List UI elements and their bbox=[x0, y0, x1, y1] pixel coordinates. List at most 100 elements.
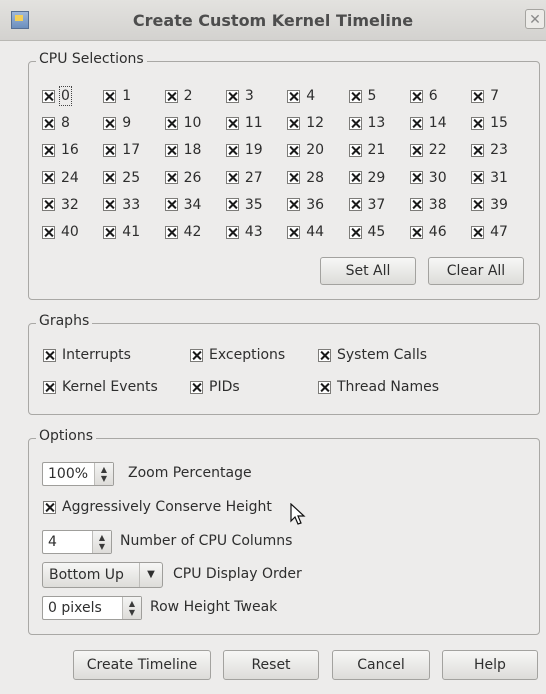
chevron-down-icon[interactable]: ▼ bbox=[139, 563, 162, 587]
graph-checkbox-exceptions[interactable]: Exceptions bbox=[190, 347, 285, 363]
cpu-checkbox[interactable]: 16 bbox=[42, 142, 79, 158]
cpu-checkbox[interactable]: 38 bbox=[409, 197, 447, 213]
row-height-value[interactable]: 0 pixels bbox=[43, 597, 122, 619]
graph-checkbox-system-calls[interactable]: System Calls bbox=[318, 347, 427, 363]
cpu-checkbox[interactable]: 40 bbox=[42, 224, 79, 240]
checkbox-checked-icon[interactable] bbox=[103, 143, 117, 157]
cpu-checkbox[interactable]: 14 bbox=[409, 115, 447, 131]
cpu-checkbox[interactable]: 7 bbox=[471, 88, 499, 104]
cpu-columns-spinner[interactable]: 4 ▲ ▼ bbox=[42, 530, 112, 554]
checkbox-checked-icon[interactable] bbox=[348, 198, 362, 212]
checkbox-checked-icon[interactable] bbox=[103, 225, 117, 239]
checkbox-checked-icon[interactable] bbox=[348, 225, 362, 239]
cpu-checkbox[interactable]: 11 bbox=[225, 115, 263, 131]
checkbox-checked-icon[interactable] bbox=[471, 89, 485, 103]
cpu-checkbox[interactable]: 15 bbox=[471, 115, 508, 131]
cpu-checkbox[interactable]: 42 bbox=[164, 224, 201, 240]
zoom-percentage-spinner[interactable]: 100% ▲ ▼ bbox=[42, 462, 114, 486]
cpu-checkbox[interactable]: 13 bbox=[348, 115, 385, 131]
checkbox-checked-icon[interactable] bbox=[348, 143, 362, 157]
checkbox-checked-icon[interactable] bbox=[103, 198, 117, 212]
checkbox-checked-icon[interactable] bbox=[164, 171, 178, 185]
checkbox-checked-icon[interactable] bbox=[471, 116, 485, 130]
checkbox-checked-icon[interactable] bbox=[42, 225, 55, 239]
cpu-checkbox[interactable]: 29 bbox=[348, 170, 385, 186]
checkbox-checked-icon[interactable] bbox=[225, 89, 239, 103]
cpu-checkbox[interactable]: 9 bbox=[103, 115, 131, 131]
cpu-checkbox[interactable]: 17 bbox=[103, 142, 140, 158]
cpu-checkbox[interactable]: 22 bbox=[409, 142, 447, 158]
cpu-checkbox[interactable]: 36 bbox=[287, 197, 324, 213]
checkbox-checked-icon[interactable] bbox=[348, 116, 362, 130]
spin-arrows-icon[interactable]: ▲ ▼ bbox=[92, 531, 111, 553]
cpu-checkbox[interactable]: 4 bbox=[287, 88, 315, 104]
cpu-checkbox[interactable]: 31 bbox=[471, 170, 508, 186]
cpu-checkbox[interactable]: 44 bbox=[287, 224, 324, 240]
close-button[interactable]: ✕ bbox=[525, 9, 545, 29]
cpu-checkbox[interactable]: 32 bbox=[42, 197, 79, 213]
graph-checkbox-pids[interactable]: PIDs bbox=[190, 379, 240, 395]
checkbox-checked-icon[interactable] bbox=[164, 143, 178, 157]
checkbox-checked-icon[interactable] bbox=[190, 348, 203, 362]
cpu-checkbox[interactable]: 19 bbox=[225, 142, 263, 158]
checkbox-checked-icon[interactable] bbox=[164, 116, 178, 130]
cpu-checkbox[interactable]: 21 bbox=[348, 142, 385, 158]
cpu-checkbox[interactable]: 0 bbox=[42, 86, 72, 106]
cpu-display-order-select[interactable]: Bottom Up ▼ bbox=[42, 562, 163, 588]
cpu-checkbox[interactable]: 45 bbox=[348, 224, 385, 240]
cpu-checkbox[interactable]: 47 bbox=[471, 224, 508, 240]
checkbox-checked-icon[interactable] bbox=[42, 116, 55, 130]
checkbox-checked-icon[interactable] bbox=[42, 143, 55, 157]
cpu-checkbox[interactable]: 46 bbox=[409, 224, 447, 240]
cpu-checkbox[interactable]: 37 bbox=[348, 197, 385, 213]
cpu-checkbox[interactable]: 2 bbox=[164, 88, 193, 104]
checkbox-checked-icon[interactable] bbox=[471, 143, 485, 157]
cpu-checkbox[interactable]: 41 bbox=[103, 224, 140, 240]
title-bar[interactable]: Create Custom Kernel Timeline ✕ bbox=[0, 0, 546, 41]
cpu-checkbox[interactable]: 20 bbox=[287, 142, 324, 158]
graph-checkbox-kernel-events[interactable]: Kernel Events bbox=[43, 379, 158, 395]
checkbox-checked-icon[interactable] bbox=[190, 380, 203, 394]
spin-arrows-icon[interactable]: ▲ ▼ bbox=[94, 463, 113, 485]
cpu-checkbox[interactable]: 8 bbox=[42, 115, 70, 131]
checkbox-checked-icon[interactable] bbox=[42, 171, 55, 185]
checkbox-checked-icon[interactable] bbox=[103, 89, 117, 103]
checkbox-checked-icon[interactable] bbox=[103, 171, 117, 185]
checkbox-checked-icon[interactable] bbox=[409, 143, 423, 157]
checkbox-checked-icon[interactable] bbox=[164, 198, 178, 212]
checkbox-checked-icon[interactable] bbox=[287, 89, 301, 103]
checkbox-checked-icon[interactable] bbox=[42, 198, 55, 212]
checkbox-checked-icon[interactable] bbox=[348, 89, 362, 103]
cpu-checkbox[interactable]: 43 bbox=[225, 224, 263, 240]
checkbox-checked-icon[interactable] bbox=[43, 500, 56, 514]
display-order-value[interactable]: Bottom Up bbox=[43, 563, 139, 587]
clear-all-button[interactable]: Clear All bbox=[428, 257, 524, 285]
cpu-checkbox[interactable]: 1 bbox=[103, 88, 131, 104]
checkbox-checked-icon[interactable] bbox=[43, 380, 56, 394]
checkbox-checked-icon[interactable] bbox=[409, 198, 423, 212]
checkbox-checked-icon[interactable] bbox=[409, 89, 423, 103]
checkbox-checked-icon[interactable] bbox=[225, 171, 239, 185]
checkbox-checked-icon[interactable] bbox=[471, 171, 485, 185]
checkbox-checked-icon[interactable] bbox=[409, 171, 423, 185]
graph-checkbox-interrupts[interactable]: Interrupts bbox=[43, 347, 131, 363]
checkbox-checked-icon[interactable] bbox=[287, 198, 301, 212]
cpu-checkbox[interactable]: 23 bbox=[471, 142, 508, 158]
help-button[interactable]: Help bbox=[442, 650, 538, 680]
checkbox-checked-icon[interactable] bbox=[287, 143, 301, 157]
cpu-checkbox[interactable]: 12 bbox=[287, 115, 324, 131]
checkbox-checked-icon[interactable] bbox=[471, 198, 485, 212]
cpu-checkbox[interactable]: 34 bbox=[164, 197, 201, 213]
checkbox-checked-icon[interactable] bbox=[225, 198, 239, 212]
graph-checkbox-thread-names[interactable]: Thread Names bbox=[318, 379, 439, 395]
cpu-checkbox[interactable]: 27 bbox=[225, 170, 263, 186]
checkbox-checked-icon[interactable] bbox=[225, 225, 239, 239]
checkbox-checked-icon[interactable] bbox=[471, 225, 485, 239]
checkbox-checked-icon[interactable] bbox=[164, 89, 178, 103]
checkbox-checked-icon[interactable] bbox=[225, 143, 239, 157]
spin-arrows-icon[interactable]: ▲ ▼ bbox=[122, 597, 141, 619]
conserve-height-checkbox[interactable]: Aggressively Conserve Height bbox=[43, 499, 272, 515]
cancel-button[interactable]: Cancel bbox=[332, 650, 430, 680]
cpu-checkbox[interactable]: 5 bbox=[348, 88, 376, 104]
cpu-checkbox[interactable]: 3 bbox=[225, 88, 254, 104]
